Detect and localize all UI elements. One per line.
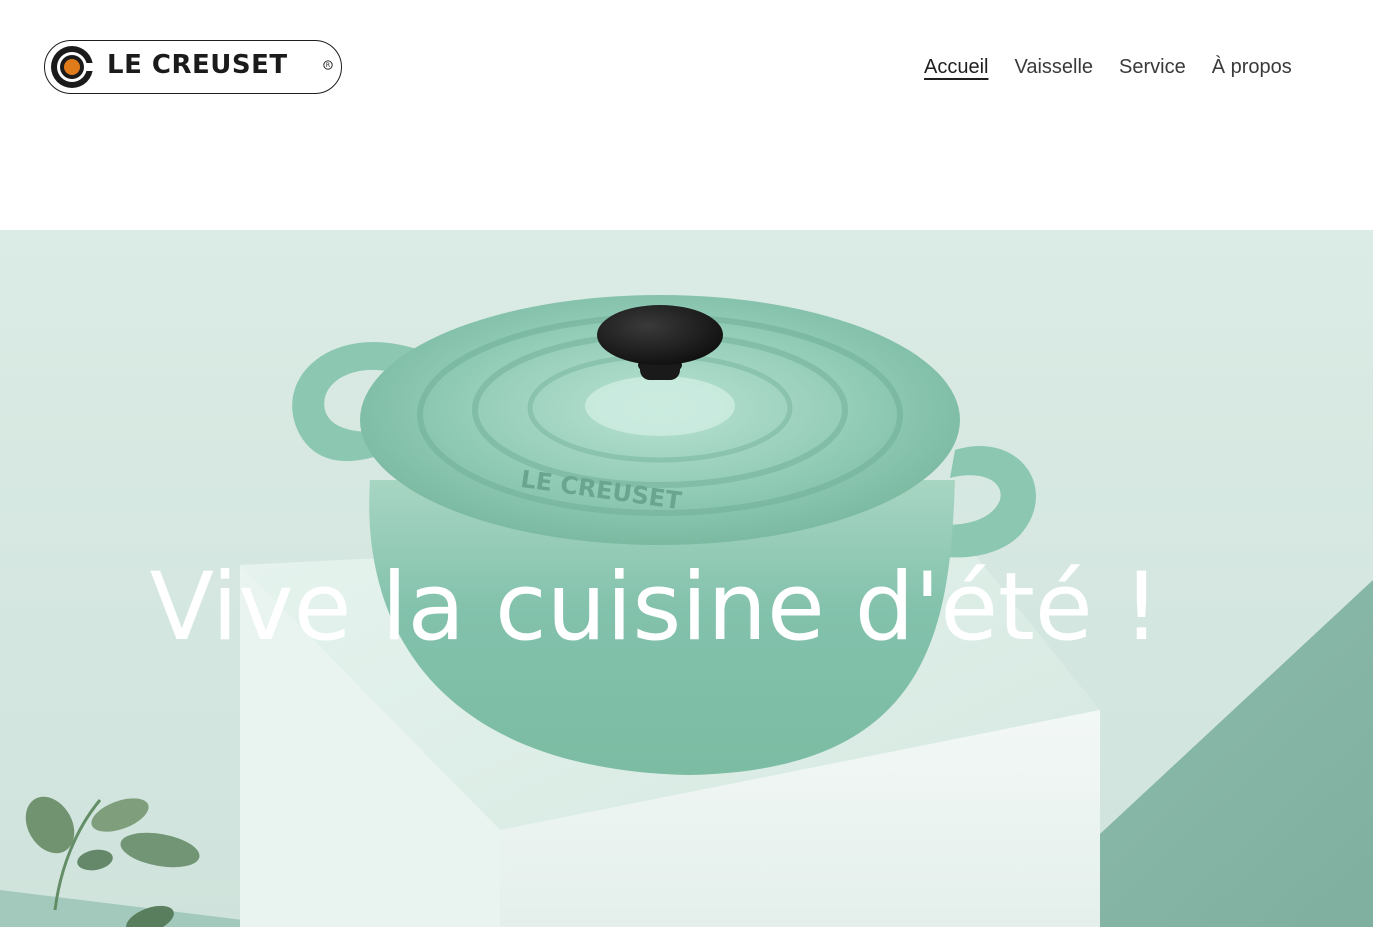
nav-link-a-propos[interactable]: À propos <box>1212 54 1292 80</box>
svg-text:R: R <box>326 62 330 69</box>
nav-link-accueil[interactable]: Accueil <box>924 54 988 80</box>
main-nav: Accueil Vaisselle Service À propos <box>924 52 1292 82</box>
hero-banner: LE CREUSET Vive la cuisine d'été ! <box>0 230 1373 927</box>
site-header: LE CREUSET R Accueil Vaisselle Service À… <box>0 0 1373 230</box>
hero-headline: Vive la cuisine d'été ! <box>149 553 1161 662</box>
registered-mark-icon: R <box>323 55 333 70</box>
flame-ring-logo-icon <box>51 46 95 88</box>
nav-link-vaisselle[interactable]: Vaisselle <box>1014 54 1093 80</box>
nav-link-service[interactable]: Service <box>1119 54 1186 80</box>
brand-name: LE CREUSET <box>107 50 288 80</box>
brand-logo[interactable]: LE CREUSET R <box>44 40 342 94</box>
page: LE CREUSET R Accueil Vaisselle Service À… <box>0 0 1373 927</box>
